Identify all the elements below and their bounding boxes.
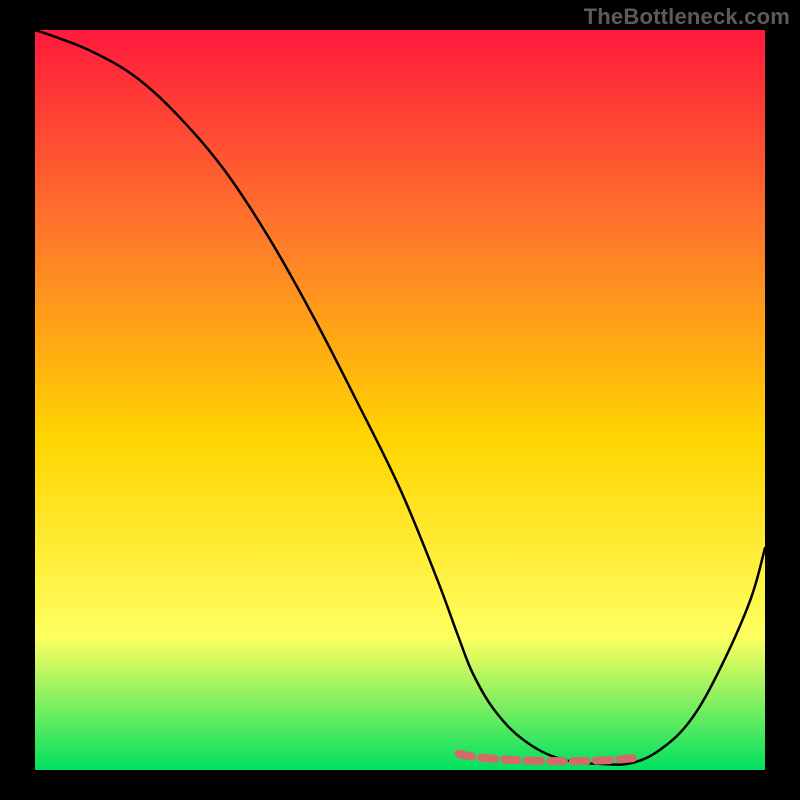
gradient-background (35, 30, 765, 770)
plot-area (35, 30, 765, 770)
plot-svg (35, 30, 765, 770)
watermark-label: TheBottleneck.com (584, 4, 790, 30)
chart-frame: TheBottleneck.com (0, 0, 800, 800)
